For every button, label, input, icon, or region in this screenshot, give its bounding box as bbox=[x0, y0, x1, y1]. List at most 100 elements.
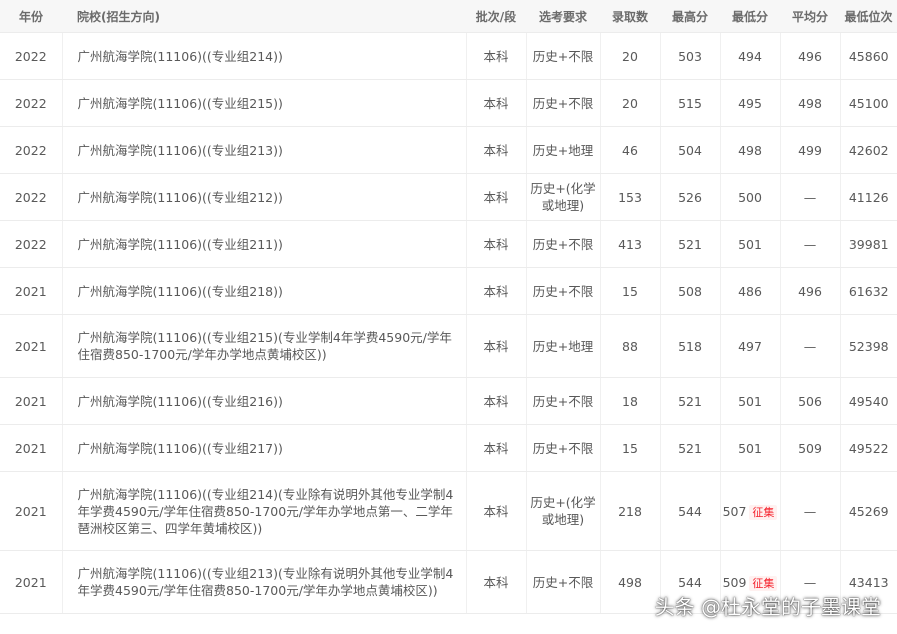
cell-min-rank: 45100 bbox=[840, 79, 897, 127]
cell-min-score: 494 bbox=[720, 32, 781, 80]
table-row[interactable]: 2021 广州航海学院(11106)((专业组218)) 本科 历史+不限 15 508 4… bbox=[0, 267, 897, 315]
cell-enrolled-text: 88 bbox=[622, 338, 638, 354]
cell-avg-score: — bbox=[780, 314, 841, 378]
cell-max-score-text: 518 bbox=[678, 338, 702, 354]
cell-enrolled: 20 bbox=[600, 32, 661, 80]
cell-min-rank-text: 43413 bbox=[848, 574, 889, 590]
header-year[interactable]: 年份 bbox=[0, 0, 62, 33]
cell-year-text: 2022 bbox=[14, 95, 47, 111]
cell-min-rank: 45860 bbox=[840, 32, 897, 80]
table-row[interactable]: 2022 广州航海学院(11106)((专业组211)) 本科 历史+不限 413 521… bbox=[0, 220, 897, 268]
table-row[interactable]: 2022 广州航海学院(11106)((专业组213)) 本科 历史+地理 46 504 4… bbox=[0, 126, 897, 174]
table-row[interactable]: 2022 广州航海学院(11106)((专业组214)) 本科 历史+不限 20 503 4… bbox=[0, 32, 897, 80]
cell-school: 广州航海学院(11106)((专业组218)) bbox=[62, 267, 467, 315]
cell-min-rank-text: 52398 bbox=[848, 338, 889, 354]
cell-avg-score-text: — bbox=[803, 574, 817, 590]
cell-min-score-text: 501 bbox=[738, 440, 762, 456]
cell-enrolled: 88 bbox=[600, 314, 661, 378]
cell-batch-text: 本科 bbox=[483, 142, 509, 158]
cell-max-score: 521 bbox=[660, 220, 721, 268]
cell-subjects: 历史+(化学或地理) bbox=[526, 173, 601, 221]
cell-subjects: 历史+不限 bbox=[526, 550, 601, 614]
cell-school-text: 广州航海学院(11106)((专业组213)) bbox=[77, 142, 283, 158]
cell-year: 2021 bbox=[0, 267, 63, 315]
cell-min-rank: 49522 bbox=[840, 424, 897, 472]
cell-min-rank: 61632 bbox=[840, 267, 897, 315]
cell-year-text: 2022 bbox=[14, 142, 47, 158]
cell-school-text: 广州航海学院(11106)((专业组213)(专业除有说明外其他专业学制4年学费… bbox=[77, 566, 454, 598]
cell-min-rank-text: 39981 bbox=[848, 236, 889, 252]
cell-subjects: 历史+不限 bbox=[526, 79, 601, 127]
cell-avg-score: 506 bbox=[780, 377, 841, 425]
cell-min-rank-text: 42602 bbox=[848, 142, 889, 158]
cell-batch-text: 本科 bbox=[483, 283, 509, 299]
table-row[interactable]: 2022 广州航海学院(11106)((专业组212)) 本科 历史+(化学或地理) 1… bbox=[0, 173, 897, 221]
cell-batch: 本科 bbox=[466, 173, 527, 221]
cell-min-rank: 39981 bbox=[840, 220, 897, 268]
cell-batch: 本科 bbox=[466, 471, 527, 551]
table-row[interactable]: 2021 广州航海学院(11106)((专业组216)) 本科 历史+不限 18 521 5… bbox=[0, 377, 897, 425]
cell-school: 广州航海学院(11106)((专业组215)) bbox=[62, 79, 467, 127]
cell-school-text: 广州航海学院(11106)((专业组214)) bbox=[77, 48, 283, 64]
cell-school: 广州航海学院(11106)((专业组215)(专业学制4年学费4590元/学年住… bbox=[62, 314, 467, 378]
cell-subjects-text: 历史+不限 bbox=[532, 440, 594, 456]
header-school[interactable]: 院校(招生方向) bbox=[62, 0, 466, 33]
table-row[interactable]: 2021 广州航海学院(11106)((专业组215)(专业学制4年学费4590元… bbox=[0, 314, 897, 378]
cell-avg-score-text: 499 bbox=[798, 142, 822, 158]
cell-max-score: 515 bbox=[660, 79, 721, 127]
cell-max-score-text: 526 bbox=[678, 189, 702, 205]
table-row[interactable]: 2022 广州航海学院(11106)((专业组215)) 本科 历史+不限 20 515 4… bbox=[0, 79, 897, 127]
cell-enrolled-text: 20 bbox=[622, 95, 638, 111]
header-avg-score[interactable]: 平均分 bbox=[780, 0, 840, 33]
cell-min-score: 495 bbox=[720, 79, 781, 127]
cell-school-text: 广州航海学院(11106)((专业组214)(专业除有说明外其他专业学制4年学费… bbox=[77, 486, 454, 536]
cell-avg-score: 496 bbox=[780, 267, 841, 315]
header-max-score[interactable]: 最高分 bbox=[660, 0, 720, 33]
cell-max-score-text: 521 bbox=[678, 236, 702, 252]
cell-school: 广州航海学院(11106)((专业组213)) bbox=[62, 126, 467, 174]
cell-batch: 本科 bbox=[466, 314, 527, 378]
cell-year: 2021 bbox=[0, 424, 63, 472]
cell-min-score-text: 498 bbox=[738, 142, 762, 158]
cell-subjects-text: 历史+不限 bbox=[532, 393, 594, 409]
cell-subjects-text: 历史+地理 bbox=[532, 338, 594, 354]
header-enrolled[interactable]: 录取数 bbox=[600, 0, 660, 33]
cell-school: 广州航海学院(11106)((专业组216)) bbox=[62, 377, 467, 425]
cell-subjects-text: 历史+不限 bbox=[532, 283, 594, 299]
table-header-row: 年份 院校(招生方向) 批次/段 选考要求 录取数 最高分 最低分 平均分 最低… bbox=[0, 0, 897, 33]
cell-min-score-text: 509 bbox=[722, 574, 747, 590]
cell-batch: 本科 bbox=[466, 267, 527, 315]
table-row[interactable]: 2021 广州航海学院(11106)((专业组217)) 本科 历史+不限 15 521 5… bbox=[0, 424, 897, 472]
cell-max-score-text: 521 bbox=[678, 393, 702, 409]
table-row[interactable]: 2021 广州航海学院(11106)((专业组214)(专业除有说明外其他专业学制… bbox=[0, 471, 897, 551]
cell-batch-text: 本科 bbox=[483, 440, 509, 456]
header-min-score[interactable]: 最低分 bbox=[720, 0, 780, 33]
cell-max-score: 526 bbox=[660, 173, 721, 221]
header-subjects[interactable]: 选考要求 bbox=[526, 0, 600, 33]
cell-max-score: 504 bbox=[660, 126, 721, 174]
cell-min-rank-text: 45860 bbox=[848, 48, 889, 64]
cell-subjects: 历史+不限 bbox=[526, 377, 601, 425]
cell-year: 2022 bbox=[0, 173, 63, 221]
cell-year-text: 2021 bbox=[14, 338, 47, 354]
cell-avg-score-text: — bbox=[803, 503, 817, 519]
cell-avg-score: — bbox=[780, 220, 841, 268]
cell-school-text: 广州航海学院(11106)((专业组218)) bbox=[77, 283, 283, 299]
cell-school-text: 广州航海学院(11106)((专业组215)(专业学制4年学费4590元/学年住… bbox=[77, 330, 452, 362]
cell-min-score-text: 507 bbox=[722, 503, 747, 519]
header-min-rank[interactable]: 最低位次 bbox=[840, 0, 897, 33]
cell-batch: 本科 bbox=[466, 32, 527, 80]
cell-max-score: 521 bbox=[660, 377, 721, 425]
cell-min-score: 486 bbox=[720, 267, 781, 315]
cell-min-score: 501 bbox=[720, 377, 781, 425]
cell-min-score-text: 497 bbox=[738, 338, 762, 354]
cell-year: 2022 bbox=[0, 32, 63, 80]
cell-min-rank-text: 49540 bbox=[848, 393, 889, 409]
cell-batch: 本科 bbox=[466, 79, 527, 127]
cell-year-text: 2021 bbox=[14, 393, 47, 409]
header-batch[interactable]: 批次/段 bbox=[466, 0, 526, 33]
cell-batch: 本科 bbox=[466, 377, 527, 425]
cell-batch-text: 本科 bbox=[483, 393, 509, 409]
cell-school: 广州航海学院(11106)((专业组217)) bbox=[62, 424, 467, 472]
cell-avg-score: 498 bbox=[780, 79, 841, 127]
